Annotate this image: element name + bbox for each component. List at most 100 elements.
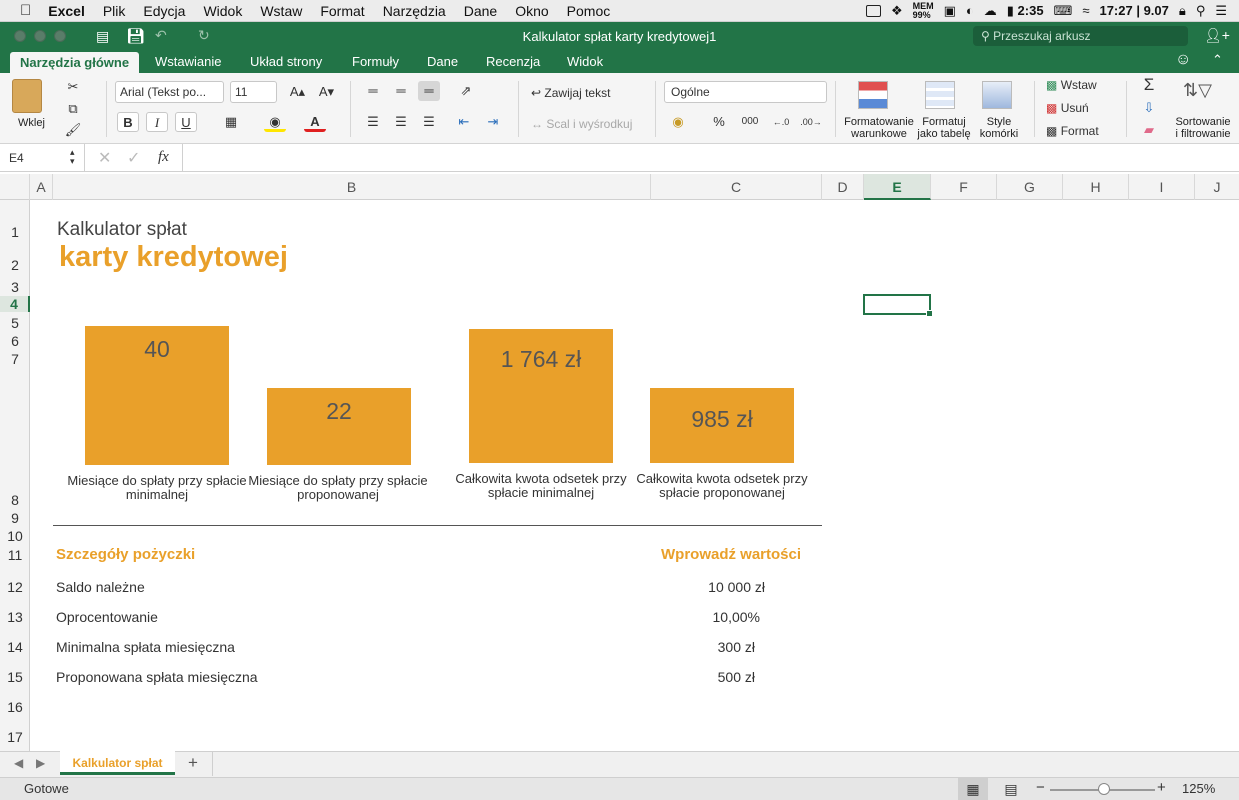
row-header-4[interactable]: 4 (0, 296, 30, 312)
memory-indicator[interactable]: MEM 99% (913, 1, 934, 20)
summary-tile-min-months[interactable]: 40 (85, 326, 229, 465)
comma-style-button[interactable]: 000 (737, 112, 763, 132)
column-header-i[interactable]: I (1129, 174, 1195, 200)
conditional-formatting-icon[interactable] (858, 81, 888, 109)
autosum-icon[interactable]: Σ (1138, 75, 1160, 95)
decrease-font-icon[interactable]: A▾ (313, 82, 340, 102)
apple-icon[interactable]:  (0, 2, 39, 19)
collapse-ribbon-icon[interactable]: ⌃ (1212, 52, 1223, 68)
menu-app-name[interactable]: Excel (39, 3, 94, 19)
accounting-format-icon[interactable]: ◉ (667, 112, 689, 132)
input-interest-rate[interactable]: 10,00% (640, 609, 760, 625)
share-user-icon[interactable]: 👤︎+ (1204, 27, 1230, 44)
prev-sheet-icon[interactable]: ◀ (14, 756, 23, 770)
input-proposed-payment[interactable]: 500 zł (635, 669, 755, 685)
row-header-15[interactable]: 15 (0, 669, 30, 685)
zoom-slider-thumb[interactable] (1098, 783, 1110, 795)
paste-icon[interactable] (12, 79, 42, 113)
input-balance-due[interactable]: 10 000 zł (645, 579, 765, 595)
column-header-d[interactable]: D (822, 174, 864, 200)
wrap-text-button[interactable]: ↩ Zawijaj tekst (531, 86, 610, 100)
format-cells-button[interactable]: ▩ Format (1046, 124, 1099, 138)
insert-cells-button[interactable]: ▩ Wstaw (1046, 78, 1097, 92)
page-layout-view-icon[interactable]: ▤ (996, 778, 1026, 800)
menu-wstaw[interactable]: Wstaw (251, 3, 311, 19)
format-painter-icon[interactable]: 🖌︎ (62, 120, 84, 140)
borders-icon[interactable]: ▦ (220, 112, 242, 132)
align-center-icon[interactable]: ☰ (390, 112, 412, 132)
underline-button[interactable]: U (175, 112, 197, 132)
column-header-a[interactable]: A (30, 174, 53, 200)
formula-input[interactable] (182, 144, 1239, 172)
align-top-icon[interactable]: ═ (362, 81, 384, 101)
disk-icon[interactable]: ◐ (966, 3, 974, 18)
align-right-icon[interactable]: ☰ (418, 112, 440, 132)
menu-edycja[interactable]: Edycja (134, 3, 194, 19)
percent-style-button[interactable]: % (708, 112, 730, 132)
input-min-payment[interactable]: 300 zł (635, 639, 755, 655)
merge-center-button[interactable]: ↔ Scal i wyśrodkuj (531, 117, 632, 131)
delete-cells-button[interactable]: ▩ Usuń (1046, 101, 1089, 115)
menu-widok[interactable]: Widok (194, 3, 251, 19)
copy-icon[interactable]: ⧉ (62, 99, 84, 119)
orientation-icon[interactable]: ⇗ (455, 81, 477, 101)
menu-plik[interactable]: Plik (94, 3, 135, 19)
wifi-icon[interactable]: ≈ (1082, 3, 1089, 18)
decrease-decimal-icon[interactable]: .00→ (800, 112, 822, 132)
fill-down-icon[interactable]: ⇩ (1138, 98, 1160, 118)
format-as-table-button[interactable]: Formatuj jako tabelę (914, 116, 974, 140)
column-header-j[interactable]: J (1195, 174, 1239, 200)
row-header-13[interactable]: 13 (0, 609, 30, 625)
select-all-corner[interactable] (0, 174, 30, 200)
tab-narzedzia-glowne[interactable]: Narzędzia główne (10, 52, 140, 73)
tab-formuly[interactable]: Formuły (352, 54, 399, 69)
zoom-out-button[interactable]: − (1036, 779, 1045, 796)
feedback-smiley-icon[interactable]: ☺ (1175, 51, 1191, 69)
sort-filter-button[interactable]: Sortowanie i filtrowanie (1172, 116, 1234, 140)
paste-button-label[interactable]: Wklej (14, 117, 49, 129)
cell-styles-icon[interactable] (982, 81, 1012, 109)
keyboard-icon[interactable]: ⌨ (1054, 3, 1073, 19)
spotlight-search-icon[interactable]: ⚲ (1196, 3, 1206, 19)
confirm-edit-icon[interactable]: ✓ (127, 148, 140, 168)
trash-icon[interactable]: ▣ (944, 3, 956, 19)
insert-function-icon[interactable]: fx (158, 149, 169, 166)
column-header-e[interactable]: E (864, 174, 931, 200)
row-header-11[interactable]: 11 (0, 547, 30, 563)
cloud-icon[interactable]: ☁ (984, 3, 997, 19)
menu-narzedzia[interactable]: Narzędzia (374, 3, 455, 19)
align-left-icon[interactable]: ☰ (362, 112, 384, 132)
column-header-f[interactable]: F (931, 174, 997, 200)
tab-wstawianie[interactable]: Wstawianie (155, 54, 221, 69)
bold-button[interactable]: B (117, 112, 139, 132)
notification-center-icon[interactable]: ☰ (1215, 3, 1227, 19)
row-header-3[interactable]: 3 (0, 279, 30, 295)
menu-dane[interactable]: Dane (455, 3, 506, 19)
row-header-10[interactable]: 10 (0, 528, 30, 544)
row-header-7[interactable]: 7 (0, 351, 30, 367)
selected-cell-e4[interactable] (863, 294, 933, 317)
conditional-formatting-button[interactable]: Formatowanie warunkowe (841, 116, 917, 140)
column-header-h[interactable]: H (1063, 174, 1129, 200)
italic-button[interactable]: I (146, 112, 168, 132)
row-header-6[interactable]: 6 (0, 333, 30, 349)
column-header-g[interactable]: G (997, 174, 1063, 200)
increase-decimal-icon[interactable]: ←.0 (770, 112, 792, 132)
align-middle-icon[interactable]: ═ (390, 81, 412, 101)
cancel-edit-icon[interactable]: ✕ (98, 148, 111, 168)
menu-format[interactable]: Format (311, 3, 373, 19)
font-name-select[interactable]: Arial (Tekst po... (115, 81, 224, 103)
zoom-in-button[interactable]: + (1157, 779, 1166, 796)
menu-pomoc[interactable]: Pomoc (558, 3, 620, 19)
row-header-9[interactable]: 9 (0, 510, 30, 526)
sheet-search-input[interactable]: ⚲ Przeszukaj arkusz (973, 26, 1188, 46)
summary-tile-proposed-months[interactable]: 22 (267, 388, 411, 465)
row-header-14[interactable]: 14 (0, 639, 30, 655)
clock[interactable]: 17:27 | 9.07 (1099, 3, 1168, 18)
font-color-icon[interactable]: A (304, 112, 326, 132)
row-header-8[interactable]: 8 (0, 492, 30, 508)
next-sheet-icon[interactable]: ▶ (36, 756, 45, 770)
tab-recenzja[interactable]: Recenzja (486, 54, 540, 69)
clear-eraser-icon[interactable]: ▰ (1138, 120, 1160, 140)
dropbox-icon[interactable]: ❖ (891, 3, 903, 19)
